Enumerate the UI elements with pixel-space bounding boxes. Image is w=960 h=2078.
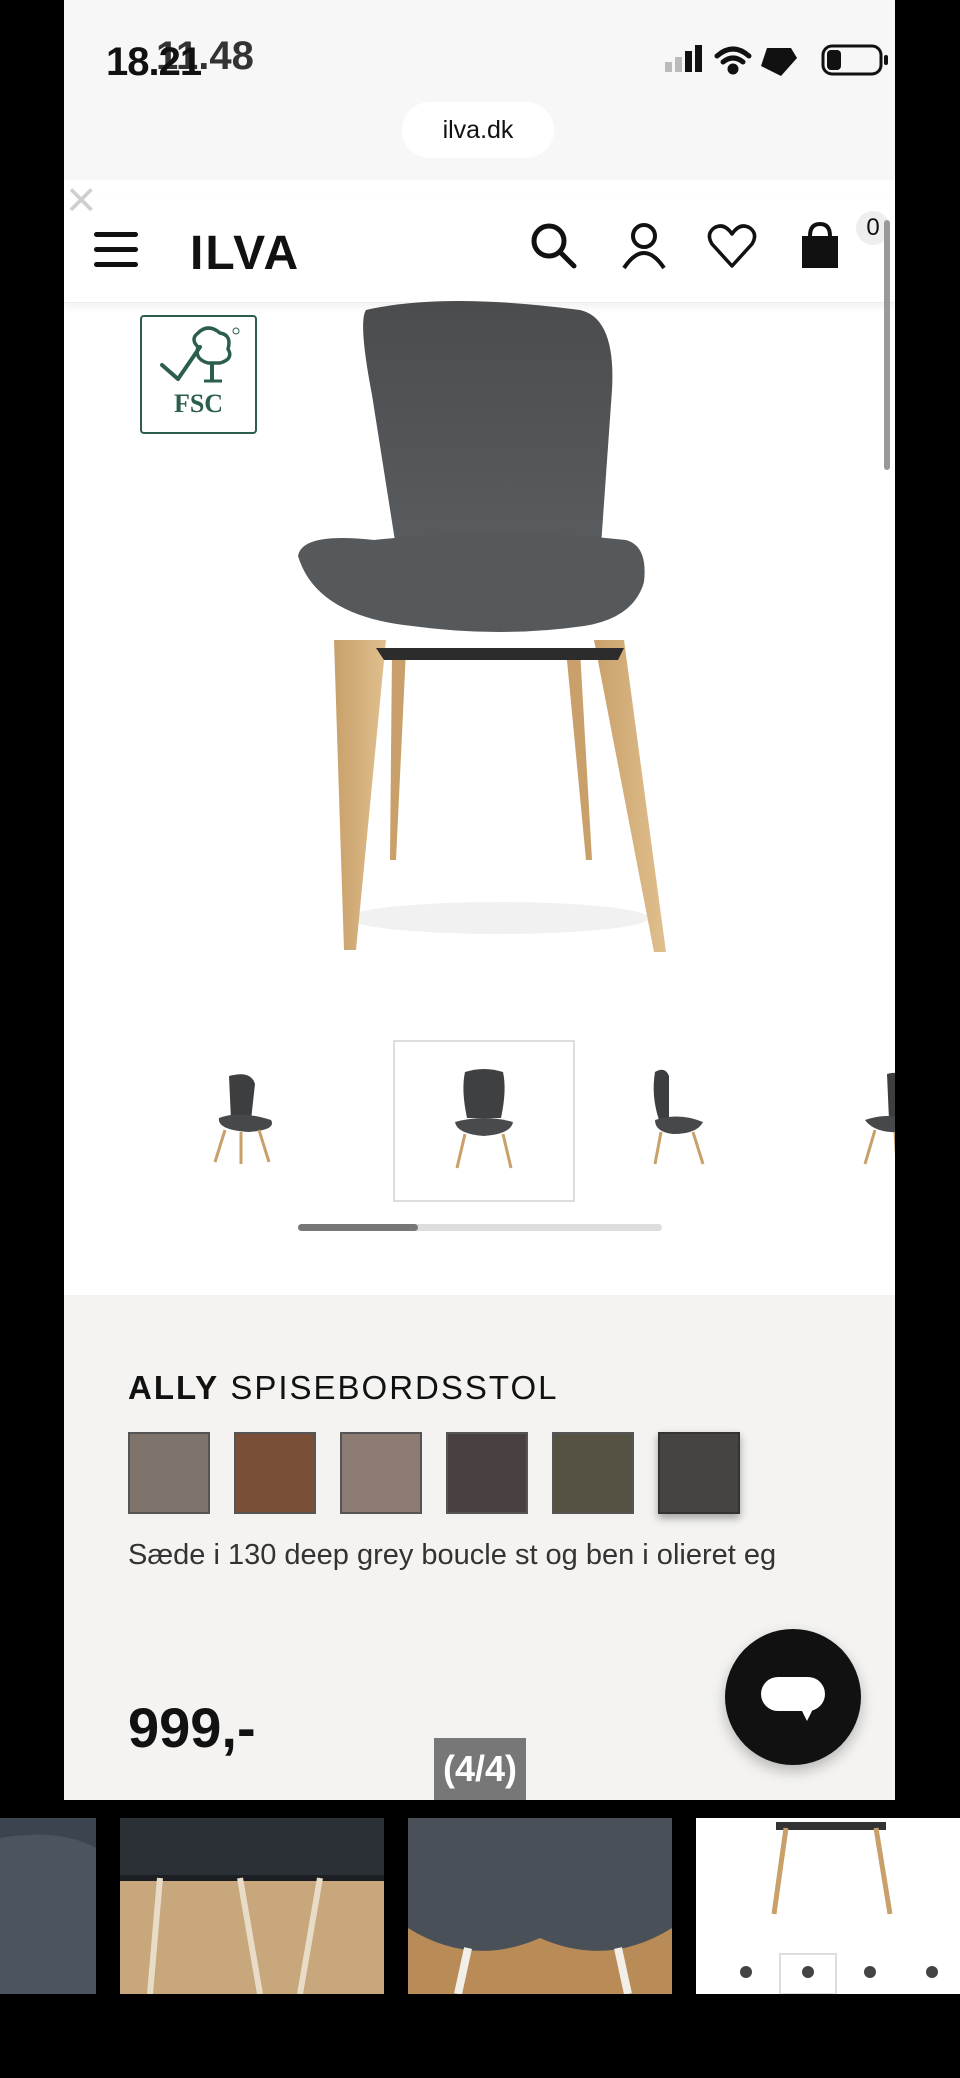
scrollbar[interactable]: [884, 220, 890, 470]
gallery-progress-fill: [298, 1224, 419, 1231]
account-icon[interactable]: [618, 220, 670, 272]
product-description: Sæde i 130 deep grey boucle st og ben i …: [128, 1539, 777, 1571]
thumbnail-2-selected[interactable]: [393, 1040, 575, 1202]
chat-icon: [761, 1677, 825, 1721]
phone-screenshot: 18.21 11.48 ilva.dk ILVA 0 × FSC ALLY SP…: [64, 0, 895, 1800]
status-bar: 18.21 11.48: [64, 0, 895, 90]
image-counter: (4/4): [434, 1738, 526, 1800]
battery-icon: [821, 44, 888, 76]
status-icons: [665, 44, 888, 76]
fsc-label: FSC: [173, 389, 224, 418]
fsc-tree-icon: [160, 326, 240, 383]
product-info-panel: ALLY SPISEBORDSSTOL Sæde i 130 deep grey…: [64, 1295, 895, 1800]
ilva-logo[interactable]: ILVA: [190, 226, 300, 281]
viewer-thumb-2[interactable]: [120, 1818, 384, 1994]
status-time-overlay: 11.48: [156, 34, 254, 78]
color-swatch[interactable]: [128, 1432, 210, 1514]
color-swatch[interactable]: [552, 1432, 634, 1514]
color-swatch[interactable]: [340, 1432, 422, 1514]
site-header: ILVA 0: [64, 200, 895, 303]
hamburger-menu-icon[interactable]: [94, 232, 138, 268]
product-image[interactable]: [294, 300, 714, 960]
search-icon[interactable]: [528, 220, 580, 272]
thumbnail-4[interactable]: [779, 1040, 895, 1198]
close-icon[interactable]: ×: [66, 174, 106, 226]
color-swatch[interactable]: [234, 1432, 316, 1514]
fsc-badge: FSC: [140, 315, 257, 434]
browser-bar: ilva.dk: [64, 90, 895, 180]
product-brand: ALLY: [128, 1369, 220, 1406]
signal-icon: [665, 45, 702, 72]
product-name: SPISEBORDSSTOL: [230, 1369, 559, 1406]
chat-button[interactable]: [725, 1629, 861, 1765]
viewer-thumb-1[interactable]: [0, 1818, 96, 1994]
gallery-progress-bar: [298, 1224, 662, 1231]
product-title: ALLY SPISEBORDSSTOL: [128, 1369, 558, 1407]
thumbnail-3[interactable]: [589, 1040, 767, 1198]
viewer-thumb-3[interactable]: [408, 1818, 672, 1994]
thumbnail-strip: [159, 1040, 895, 1205]
product-price: 999,-: [128, 1696, 256, 1759]
viewer-thumb-4-selected[interactable]: [696, 1818, 960, 1994]
wifi-icon: [714, 46, 752, 75]
thumbnail-1[interactable]: [159, 1040, 337, 1198]
url-field[interactable]: ilva.dk: [402, 102, 554, 158]
heart-icon[interactable]: [706, 220, 758, 272]
color-swatch[interactable]: [658, 1432, 740, 1514]
sign-icon: [761, 48, 797, 76]
color-swatch[interactable]: [446, 1432, 528, 1514]
cart-icon[interactable]: [794, 220, 846, 272]
